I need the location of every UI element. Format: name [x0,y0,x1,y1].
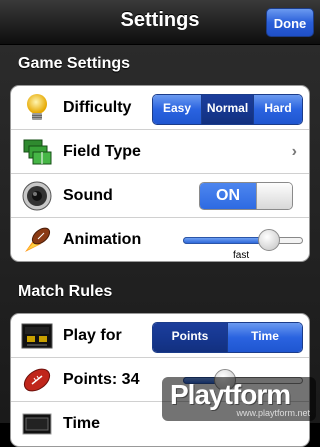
field-type-label: Field Type [63,143,141,160]
slider-thumb[interactable] [258,229,281,251]
play-for-option-time[interactable]: Time [227,323,302,352]
animation-speed-caption: fast [233,250,250,261]
animation-label: Animation [63,231,142,248]
difficulty-option-easy[interactable]: Easy [153,95,201,124]
animation-slider[interactable] [183,229,303,251]
chevron-right-icon: › [291,143,297,160]
difficulty-row: Difficulty Easy Normal Hard [11,86,309,130]
game-settings-header: Game Settings [18,55,131,72]
field-icon [23,139,52,165]
play-for-segmented-control: Points Time [152,322,303,353]
difficulty-option-normal[interactable]: Normal [201,95,253,124]
game-settings-group: Difficulty Easy Normal Hard Field Type › [10,85,310,262]
slider-fill [183,237,270,244]
scoreboard-icon [21,323,53,349]
lightbulb-icon [27,94,47,120]
time-label: Time [63,415,101,432]
animation-row: Animation fast [11,218,309,261]
sound-toggle-knob[interactable] [256,183,292,209]
match-rules-header: Match Rules [18,283,113,300]
football-icon [23,368,51,392]
speaker-icon [22,181,52,211]
points-label: Points: 34 [63,371,140,388]
play-for-row: Play for Points Time [11,314,309,358]
difficulty-label: Difficulty [63,99,132,116]
clock-display-icon [22,413,52,435]
navigation-bar: Settings Done [0,0,320,45]
sound-toggle[interactable]: ON [199,182,293,210]
play-for-label: Play for [63,327,122,344]
sound-row: Sound ON [11,174,309,218]
sound-label: Sound [63,187,113,204]
watermark-url: www.playtform.net [236,408,310,418]
sound-toggle-on-label: ON [200,183,256,209]
play-for-option-points[interactable]: Points [153,323,227,352]
field-type-row[interactable]: Field Type › [11,130,309,174]
done-button[interactable]: Done [266,8,314,37]
football-fire-icon [25,227,51,252]
watermark-brand: Playtform [170,379,291,410]
watermark-logo: Playtform www.playtform.net [162,377,316,421]
difficulty-option-hard[interactable]: Hard [253,95,302,124]
difficulty-segmented-control: Easy Normal Hard [152,94,303,125]
settings-content: Game Settings Difficulty Easy Normal Har… [0,45,320,447]
